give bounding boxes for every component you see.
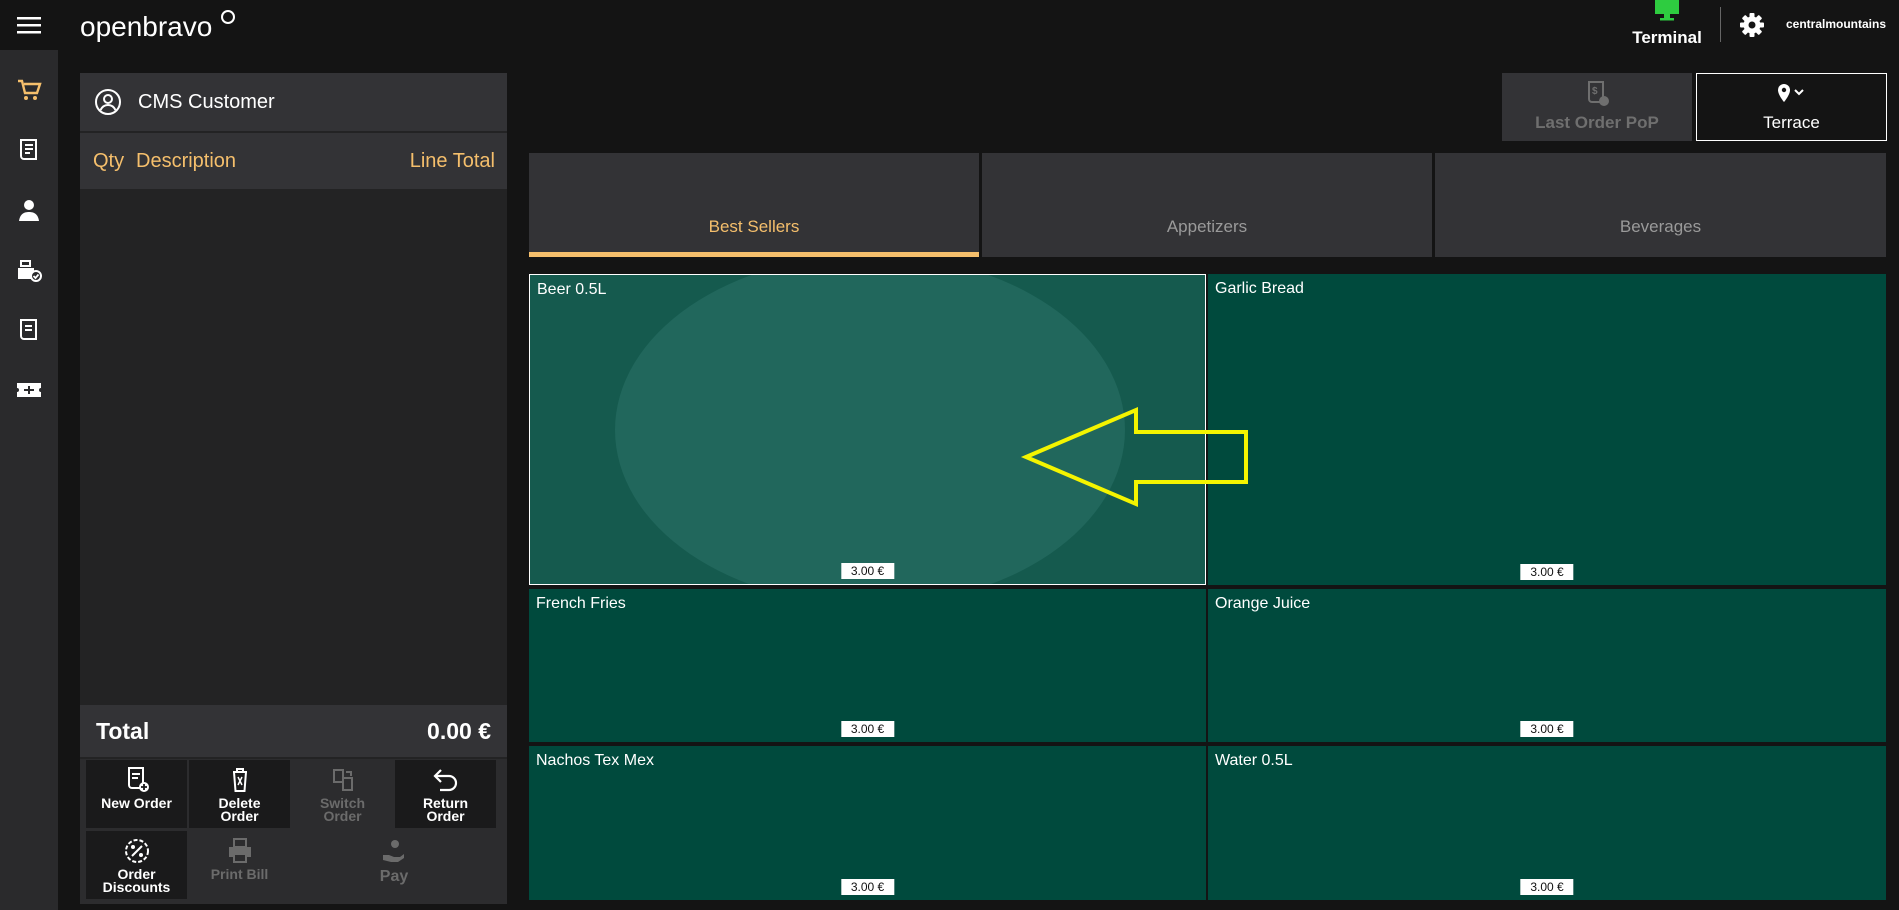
product-name: Water 0.5L <box>1215 752 1293 769</box>
svg-text:$: $ <box>1592 86 1598 97</box>
hamburger-menu-button[interactable] <box>0 0 58 50</box>
product-name: Beer 0.5L <box>537 281 607 298</box>
product-name: Orange Juice <box>1215 595 1311 612</box>
header-divider <box>1720 7 1721 42</box>
product-price: 3.00 € <box>840 721 895 737</box>
product-tile-garlic-bread[interactable]: Garlic Bread 3.00 € <box>1208 274 1886 585</box>
logo-graphic: openbravo <box>80 10 235 42</box>
product-price: 3.00 € <box>1520 564 1574 580</box>
tab-best-sellers[interactable]: Best Sellers <box>529 153 979 257</box>
document-icon <box>20 319 37 340</box>
tab-appetizers-label: Appetizers <box>1166 217 1248 236</box>
product-price: 3.00 € <box>840 563 895 579</box>
openbravo-logo: openbravo <box>80 8 240 44</box>
gear-icon <box>1740 13 1764 37</box>
order-lines-list <box>80 190 507 780</box>
product-name: French Fries <box>536 595 626 612</box>
order-discounts-button[interactable]: Order Discounts <box>86 831 187 899</box>
tab-beverages-label: Beverages <box>1619 217 1702 236</box>
cart-icon <box>18 79 42 100</box>
col-qty: Qty <box>93 150 125 172</box>
total-value: 0.00 € <box>427 718 491 744</box>
tab-beverages[interactable]: Beverages <box>1435 153 1886 257</box>
location-label: Terrace <box>1763 113 1820 132</box>
pay-label: Pay <box>379 868 409 885</box>
customer-selector[interactable]: CMS Customer <box>80 73 507 131</box>
order-total-bar: Total 0.00 € <box>80 705 507 757</box>
sidebar-item-documents[interactable] <box>0 300 58 360</box>
order-panel: CMS Customer Qty Description Line Total … <box>80 73 507 904</box>
order-discounts-label-2: Discounts <box>102 879 171 895</box>
col-line-total: Line Total <box>409 150 495 172</box>
customer-avatar-icon <box>95 89 121 115</box>
pay-button[interactable]: Pay <box>292 831 496 899</box>
location-pin-icon <box>1778 84 1804 102</box>
total-label: Total <box>96 718 150 744</box>
location-selector[interactable]: Terrace <box>1696 73 1887 141</box>
switch-order-icon <box>332 769 353 791</box>
terminal-label: Terminal <box>1632 28 1702 47</box>
delete-order-label-2: Order <box>220 808 259 824</box>
sidebar-item-cart[interactable] <box>0 60 58 120</box>
delete-order-button[interactable]: Delete Order <box>189 760 290 828</box>
receipt-icon <box>20 139 37 160</box>
last-order-pop-button[interactable]: $ Last Order PoP <box>1502 73 1692 141</box>
active-tab-indicator <box>529 252 979 257</box>
person-icon <box>19 200 39 221</box>
cash-register-check-icon <box>18 260 42 282</box>
logo-wordmark: openbravo <box>80 11 212 42</box>
ticket-icon <box>17 383 41 397</box>
order-lines-header: Qty Description Line Total <box>80 133 507 189</box>
product-price: 3.00 € <box>840 879 895 895</box>
hamburger-icon <box>17 17 41 34</box>
product-tile-nachos[interactable]: Nachos Tex Mex 3.00 € <box>529 746 1206 900</box>
tab-appetizers[interactable]: Appetizers <box>982 153 1432 257</box>
order-actions: New Order Delete Order Switch Order Retu… <box>80 759 507 904</box>
product-tile-orange-juice[interactable]: Orange Juice 3.00 € <box>1208 589 1886 742</box>
annotation-arrow-icon <box>1020 406 1248 508</box>
product-name: Garlic Bread <box>1215 280 1304 297</box>
user-name[interactable]: centralmountains <box>1786 17 1886 31</box>
sidebar-item-customer[interactable] <box>0 180 58 240</box>
tab-best-sellers-label: Best Sellers <box>708 217 800 236</box>
return-order-button[interactable]: Return Order <box>395 760 496 828</box>
print-bill-label: Print Bill <box>210 866 269 882</box>
product-tile-french-fries[interactable]: French Fries 3.00 € <box>529 589 1206 742</box>
return-order-label-2: Order <box>426 808 465 824</box>
settings-button[interactable] <box>1737 10 1767 40</box>
print-bill-button[interactable]: Print Bill <box>189 831 290 899</box>
sidebar-item-tickets[interactable] <box>0 360 58 420</box>
new-order-button[interactable]: New Order <box>86 760 187 828</box>
switch-order-button[interactable]: Switch Order <box>292 760 393 828</box>
product-name: Nachos Tex Mex <box>536 752 654 769</box>
switch-order-label-2: Order <box>323 808 362 824</box>
product-tile-water[interactable]: Water 0.5L 3.00 € <box>1208 746 1886 900</box>
last-order-pop-label: Last Order PoP <box>1535 113 1659 132</box>
product-price: 3.00 € <box>1520 879 1574 895</box>
pay-hand-coin-icon <box>383 840 404 862</box>
trash-icon <box>232 768 247 792</box>
sidebar-item-cashup[interactable] <box>0 240 58 300</box>
printer-icon <box>228 838 251 863</box>
left-rail <box>0 0 58 910</box>
new-order-icon <box>127 767 149 792</box>
receipt-dollar-icon: $ <box>1588 81 1609 106</box>
discount-badge-icon <box>124 839 149 863</box>
product-price: 3.00 € <box>1520 721 1574 737</box>
new-order-label: New Order <box>101 795 172 811</box>
monitor-icon <box>1655 0 1679 21</box>
terminal-status[interactable]: Terminal <box>1625 0 1709 50</box>
sidebar-item-receipts[interactable] <box>0 120 58 180</box>
return-arrow-icon <box>432 769 457 792</box>
col-description: Description <box>136 150 237 172</box>
customer-name: CMS Customer <box>138 90 275 113</box>
